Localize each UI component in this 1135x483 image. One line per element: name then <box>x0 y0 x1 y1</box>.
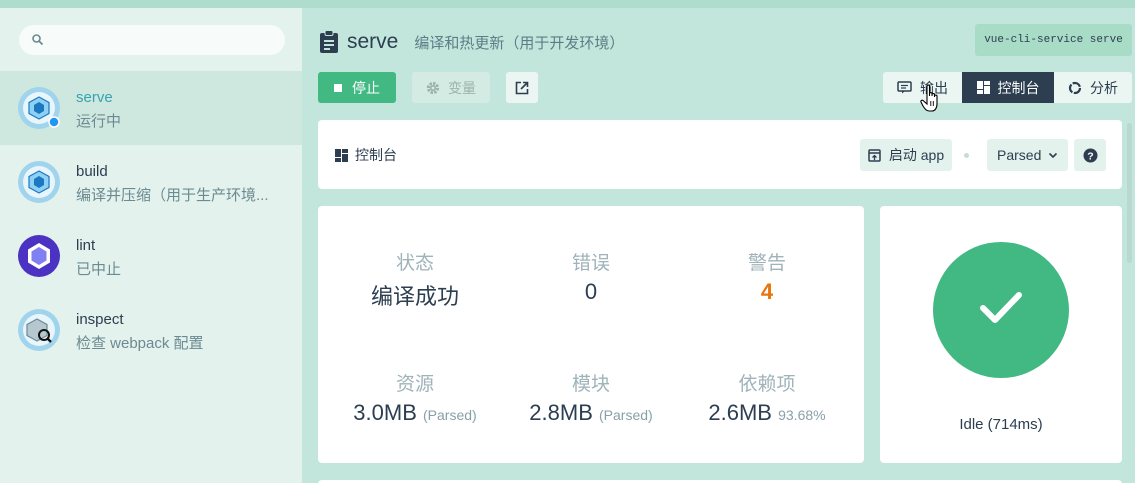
stat-suffix: (Parsed) <box>423 407 477 423</box>
task-title: serve <box>347 30 399 53</box>
stat-value: 编译成功 <box>370 284 459 309</box>
svg-text:?: ? <box>1087 150 1093 162</box>
start-app-button[interactable]: 启动 app <box>860 139 952 171</box>
app-window: serve 运行中 build 编译并压缩（用于生产环境... lint 已中止 <box>0 0 1135 483</box>
task-search-input[interactable] <box>19 25 285 55</box>
tab-console-label: 控制台 <box>997 79 1040 96</box>
task-sidebar: serve 运行中 build 编译并压缩（用于生产环境... lint 已中止 <box>0 8 302 483</box>
stat-label: 警告 <box>747 253 786 274</box>
dashboard-title: 控制台 <box>335 145 397 165</box>
task-item-build[interactable]: build 编译并压缩（用于生产环境... <box>0 145 302 219</box>
checkmark-icon <box>980 292 1022 323</box>
task-desc: 运行中 <box>76 113 122 130</box>
task-item-lint[interactable]: lint 已中止 <box>0 219 302 293</box>
stat-label: 资源 <box>395 374 434 395</box>
task-name: build <box>76 163 108 180</box>
donut-chart-icon <box>1068 81 1082 94</box>
tab-analyze[interactable]: 分析 <box>1054 72 1132 103</box>
top-strip <box>0 0 1135 8</box>
stat-label: 模块 <box>571 374 610 395</box>
stat-label: 依赖项 <box>738 374 796 395</box>
open-app-icon <box>868 148 881 162</box>
stat-dependencies: 依赖项 2.6MB 93.68% <box>676 369 858 426</box>
dashboard-header-card: 控制台 启动 app Parsed ? <box>318 120 1122 189</box>
dashboard-icon <box>335 148 348 162</box>
stat-status: 状态 编译成功 <box>324 248 506 311</box>
webpack-cube-icon <box>18 161 60 203</box>
success-indicator <box>933 242 1069 378</box>
tab-analyze-label: 分析 <box>1090 79 1118 96</box>
variables-button[interactable]: 变量 <box>412 72 490 103</box>
stat-errors: 错误 0 <box>500 248 682 305</box>
task-description: 编译和热更新（用于开发环境） <box>414 34 625 52</box>
task-desc: 已中止 <box>76 261 122 278</box>
stat-modules: 模块 2.8MB (Parsed) <box>500 369 682 426</box>
stat-suffix: 93.68% <box>778 407 826 423</box>
size-mode-select[interactable]: Parsed <box>987 139 1068 171</box>
build-status-card: Idle (714ms) <box>880 206 1122 463</box>
start-app-label: 启动 app <box>888 147 945 163</box>
task-item-serve[interactable]: serve 运行中 <box>0 71 302 145</box>
stop-button[interactable]: 停止 <box>318 72 396 103</box>
task-item-inspect[interactable]: inspect 检查 webpack 配置 <box>0 293 302 367</box>
dashboard-title-label: 控制台 <box>355 147 397 163</box>
open-in-new-icon <box>515 81 529 94</box>
stat-label: 错误 <box>571 253 610 274</box>
clipboard-icon <box>320 30 338 53</box>
stop-label: 停止 <box>352 79 380 96</box>
search-icon <box>32 34 44 46</box>
build-status-text: Idle (714ms) <box>959 416 1043 433</box>
stop-icon <box>334 83 342 92</box>
open-in-new-button[interactable] <box>506 72 538 103</box>
chevron-down-icon <box>1048 152 1058 158</box>
stat-label: 状态 <box>395 253 434 274</box>
tab-console[interactable]: 控制台 <box>962 72 1054 103</box>
separator-dot <box>964 153 969 158</box>
stat-value: 3.0MB <box>353 400 417 425</box>
gear-icon <box>426 81 440 94</box>
size-mode-value: Parsed <box>997 147 1042 163</box>
task-desc: 编译并压缩（用于生产环境... <box>76 187 269 204</box>
help-button[interactable]: ? <box>1074 139 1106 171</box>
webpack-cube-icon <box>18 87 60 129</box>
message-icon <box>897 81 912 94</box>
webpack-inspect-icon <box>18 309 60 351</box>
task-name: lint <box>76 237 96 254</box>
stat-value: 2.8MB <box>529 400 593 425</box>
scrollbar[interactable] <box>1127 123 1132 263</box>
task-detail: serve 编译和热更新（用于开发环境） vue-cli-service ser… <box>302 8 1135 483</box>
hand-cursor-icon <box>920 84 938 112</box>
stat-value: 4 <box>760 279 774 304</box>
stat-value: 0 <box>584 279 598 304</box>
stat-value: 2.6MB <box>708 400 772 425</box>
stat-warnings: 警告 4 <box>676 248 858 305</box>
task-name: inspect <box>76 311 124 328</box>
stat-assets: 资源 3.0MB (Parsed) <box>324 369 506 426</box>
variables-label: 变量 <box>448 79 476 96</box>
task-desc: 检查 webpack 配置 <box>76 335 204 352</box>
stat-suffix: (Parsed) <box>599 407 653 423</box>
dashboard-icon <box>976 81 990 94</box>
help-icon: ? <box>1083 148 1097 162</box>
task-name: serve <box>76 89 113 106</box>
task-header: serve 编译和热更新（用于开发环境） <box>319 27 624 57</box>
eslint-hexagon-icon <box>18 235 60 277</box>
build-stats-card: 状态 编译成功 错误 0 警告 4 资源 3.0MB (Parsed) 模块 2… <box>318 206 864 463</box>
task-command: vue-cli-service serve <box>975 24 1132 56</box>
